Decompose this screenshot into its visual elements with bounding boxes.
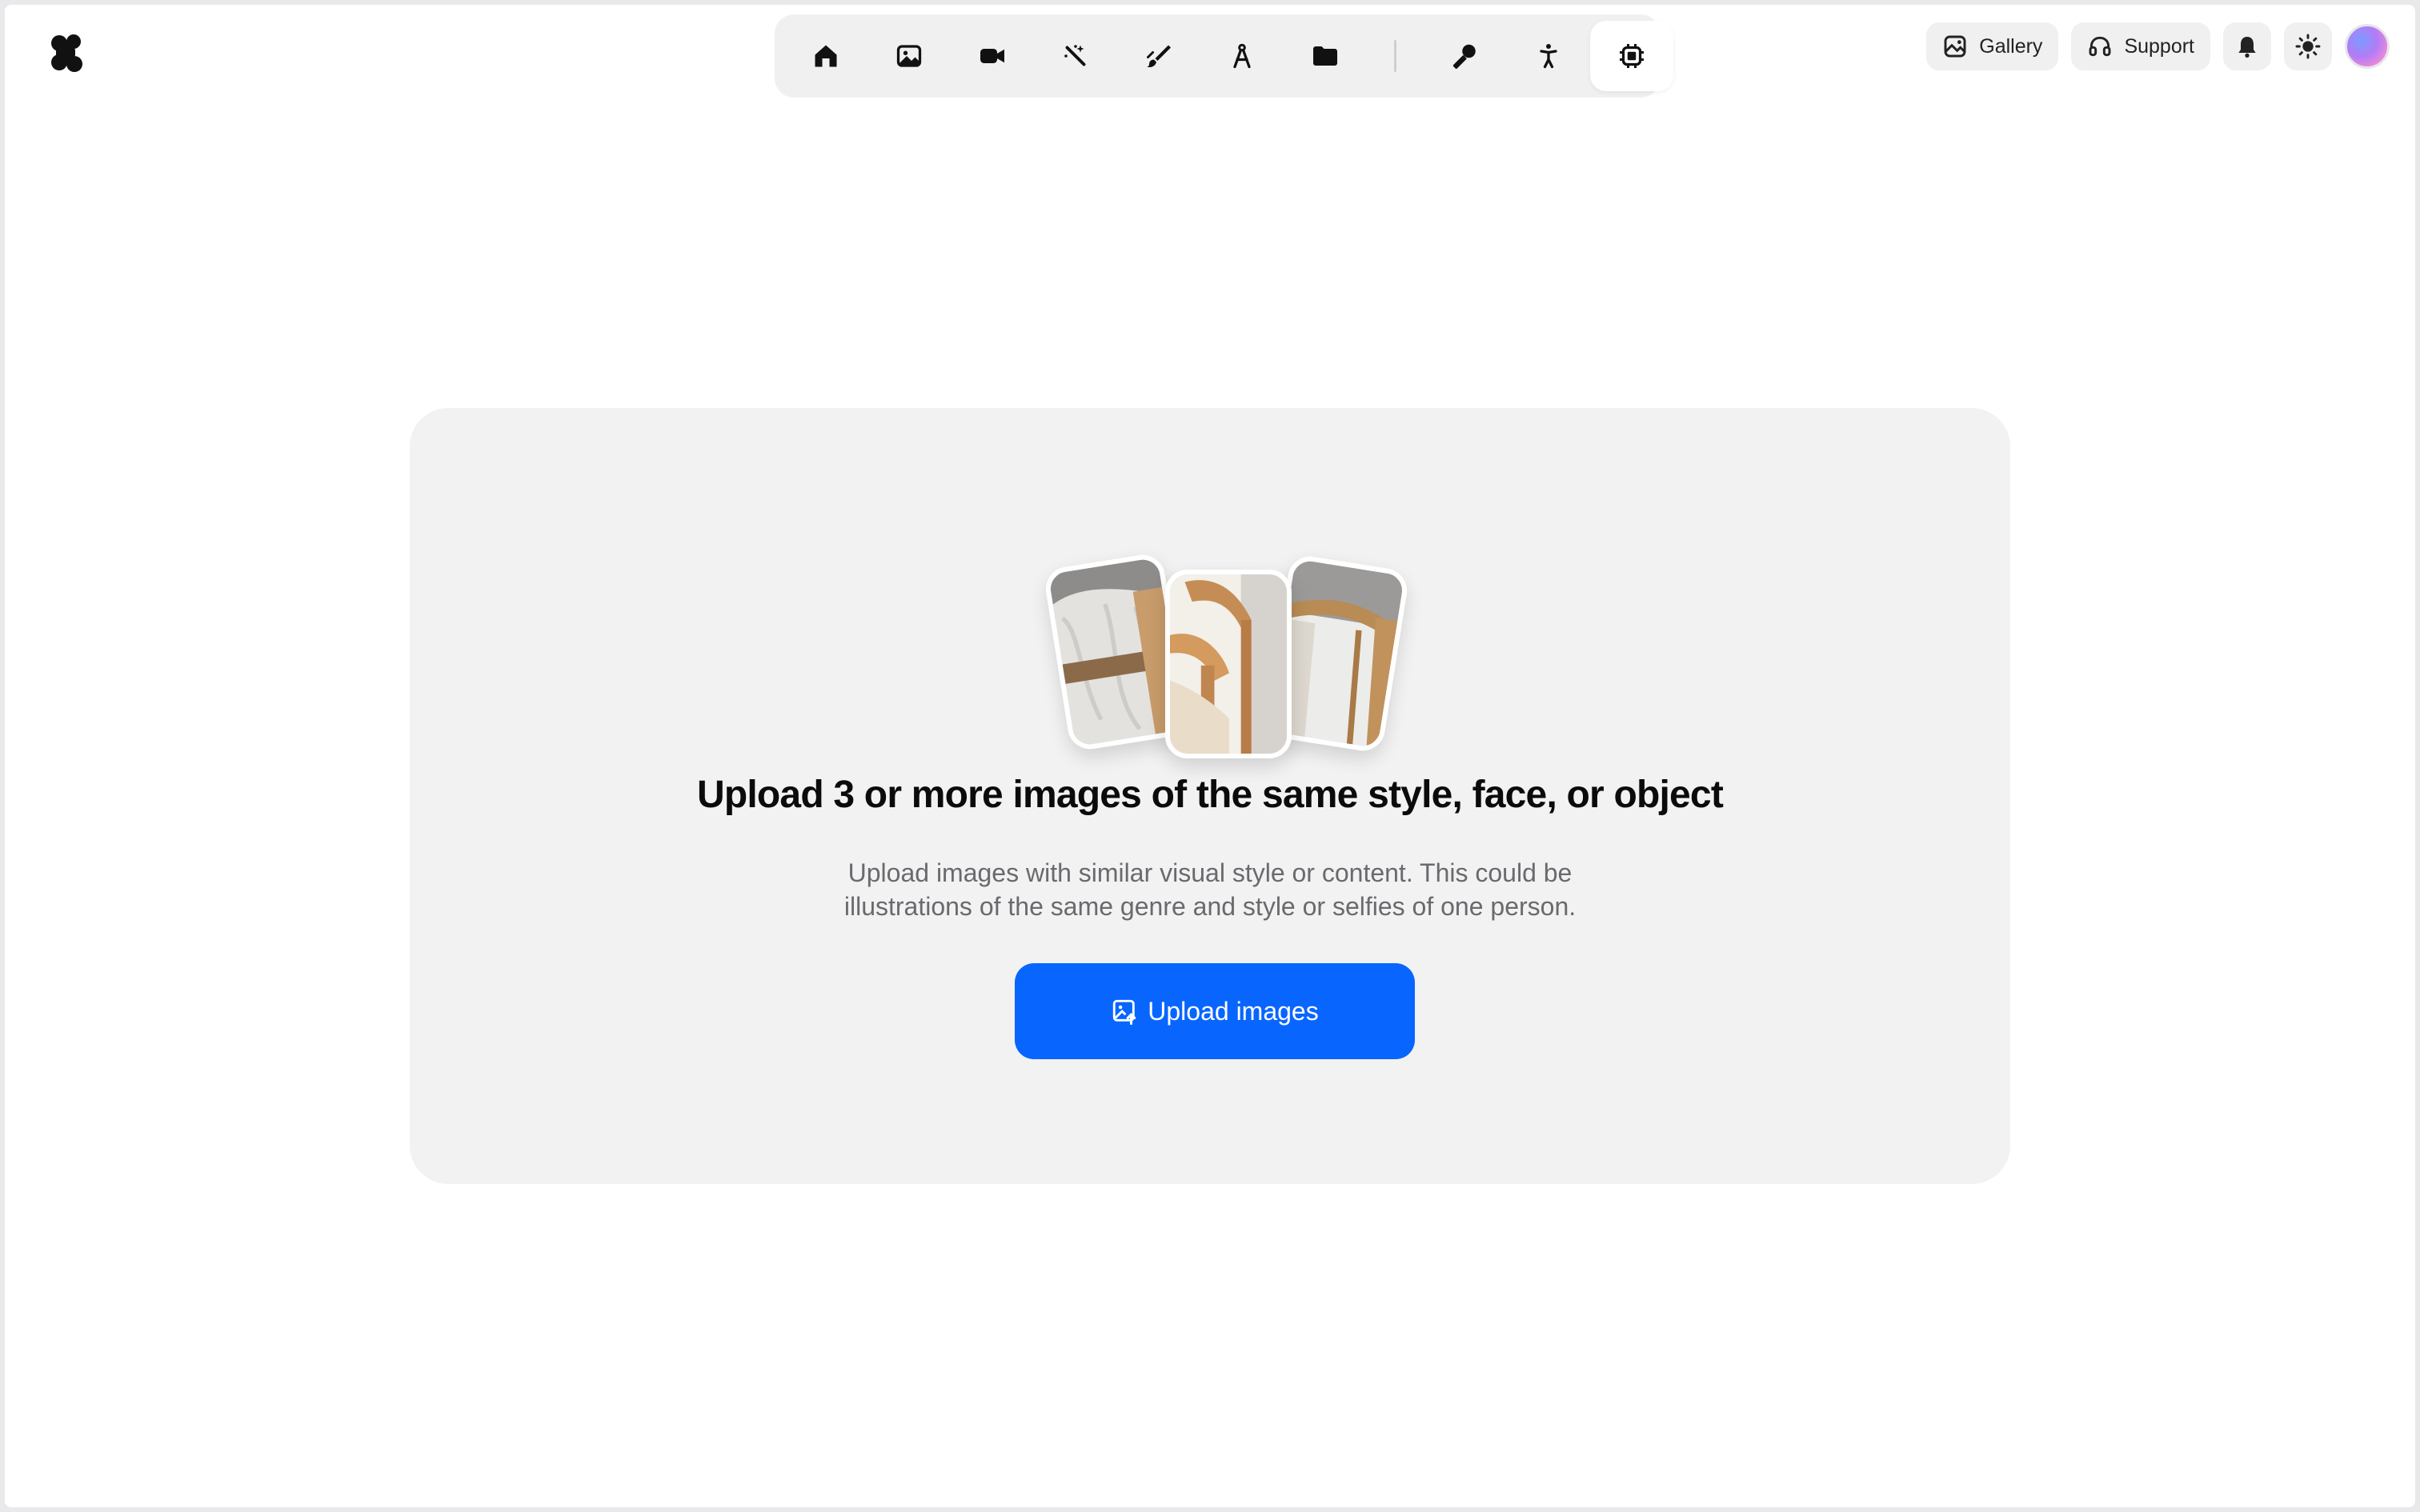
microphone-icon [1452,44,1476,69]
notifications-button[interactable] [2223,22,2271,70]
tool-video[interactable] [951,21,1034,91]
user-avatar[interactable] [2345,24,2390,69]
sample-images-stack [1042,551,1411,760]
toolbar-divider [1394,40,1396,72]
upload-card: Upload 3 or more images of the same styl… [410,408,2010,1184]
tool-voice[interactable] [1424,21,1507,91]
magic-wand-icon [1064,45,1086,66]
upload-images-label: Upload images [1148,996,1319,1026]
upload-images-button[interactable]: Upload images [1015,963,1415,1059]
sun-icon [2295,34,2321,59]
home-icon [815,45,837,67]
sample-image-armchair [1165,570,1292,758]
theme-toggle-button[interactable] [2284,22,2332,70]
video-camera-icon [980,49,1004,63]
folder-icon [1313,46,1337,66]
app-window: Gallery Support Upload 3 or more images … [5,5,2415,1507]
tool-image[interactable] [867,21,951,91]
chip-icon [1620,44,1644,68]
headphones-icon [2089,36,2111,57]
top-toolbar [775,14,1673,98]
tool-design[interactable] [1200,21,1284,91]
gallery-button[interactable]: Gallery [1926,22,2059,70]
tool-motion[interactable] [1507,21,1590,91]
figure-icon [1540,44,1557,69]
support-label: Support [2124,34,2194,58]
upload-title: Upload 3 or more images of the same styl… [696,774,1724,816]
tool-edit[interactable] [1117,21,1200,91]
image-upload-icon [1113,999,1136,1025]
tool-enhance[interactable] [1034,21,1117,91]
compass-icon [1233,43,1251,69]
tool-home[interactable] [784,21,867,91]
tool-assets[interactable] [1284,21,1367,91]
gallery-label: Gallery [1979,34,2043,58]
tool-train[interactable] [1590,21,1673,91]
upload-subtitle: Upload images with similar visual style … [843,858,1577,921]
brush-icon [1147,45,1171,68]
image-icon [896,45,922,67]
bell-icon [2238,37,2256,58]
header-actions: Gallery Support [1926,22,2390,70]
krea-logo-icon[interactable] [50,34,85,72]
gallery-icon [1944,35,1966,58]
support-button[interactable]: Support [2071,22,2210,70]
